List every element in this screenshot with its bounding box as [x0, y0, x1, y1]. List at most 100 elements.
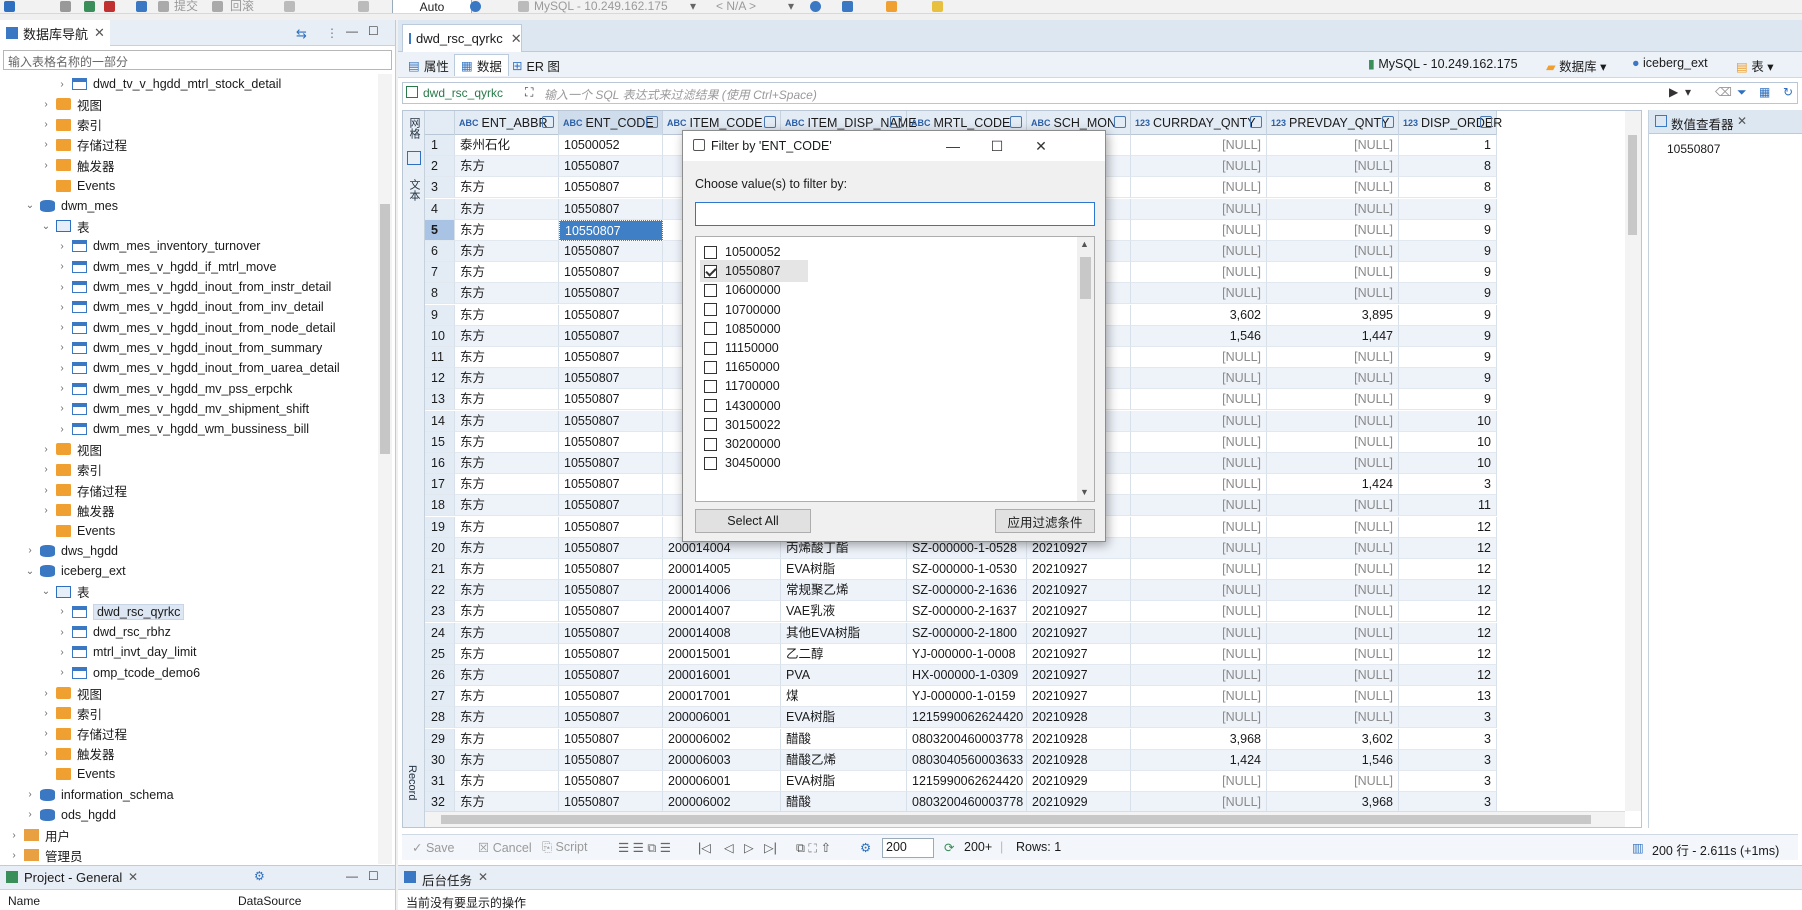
navigator-scrollbar[interactable]	[378, 74, 392, 864]
rollback-button[interactable]: 回滚	[230, 0, 254, 13]
chevron-right-icon[interactable]: ›	[56, 627, 68, 638]
table-cell[interactable]: [NULL]	[1267, 156, 1399, 178]
row-number[interactable]: 10	[425, 325, 455, 347]
table-cell[interactable]: 10550807	[559, 601, 663, 623]
table-cell[interactable]: 其他EVA树脂	[781, 622, 907, 644]
table-cell[interactable]: SZ-000000-2-1636	[907, 580, 1027, 602]
table-cell[interactable]: 9	[1399, 241, 1497, 262]
table-cell[interactable]: [NULL]	[1131, 686, 1267, 708]
tab-grid-view[interactable]: 网格	[406, 117, 422, 139]
value-viewer-tab[interactable]: 数值查看器	[1671, 114, 1734, 133]
panel-icon[interactable]: ▥	[1632, 840, 1644, 855]
chevron-right-icon[interactable]: ›	[40, 444, 52, 455]
table-cell[interactable]: [NULL]	[1267, 135, 1399, 156]
background-tasks-tab[interactable]: 后台任务	[422, 870, 472, 889]
table-cell[interactable]: 10550807	[559, 643, 663, 665]
disconnect-icon[interactable]	[104, 1, 115, 12]
table-cell[interactable]: 12	[1399, 580, 1497, 602]
table-cell[interactable]: [NULL]	[1267, 580, 1399, 602]
table-cell[interactable]: 200006003	[663, 749, 781, 771]
table-cell[interactable]: 东方	[455, 325, 559, 347]
row-number[interactable]: 9	[425, 304, 455, 326]
row-number[interactable]: 26	[425, 665, 455, 686]
table-cell[interactable]: 9	[1399, 219, 1497, 241]
checkbox[interactable]	[704, 245, 717, 259]
table-cell[interactable]: 东方	[455, 559, 559, 580]
datasource-dropdown-icon[interactable]: ▾	[690, 0, 696, 13]
collapse-all-icon[interactable]: ⇆	[296, 26, 307, 42]
table-cell[interactable]: [NULL]	[1267, 283, 1399, 305]
close-icon[interactable]: ✕	[511, 31, 522, 47]
row-number[interactable]: 13	[425, 389, 455, 411]
grid-vertical-scrollbar[interactable]	[1625, 111, 1641, 811]
table-cell[interactable]: 9	[1399, 198, 1497, 220]
column-filter-icon[interactable]	[764, 116, 776, 128]
cancel-button[interactable]: ☒ Cancel	[478, 840, 532, 855]
table-cell[interactable]: 20210927	[1027, 559, 1131, 580]
close-icon[interactable]: ✕	[478, 870, 488, 884]
table-cell[interactable]: [NULL]	[1267, 601, 1399, 623]
chevron-right-icon[interactable]: ›	[56, 79, 68, 90]
tree-item[interactable]: › mtrl_invt_day_limit	[0, 642, 375, 662]
minimize-button[interactable]: —	[931, 131, 975, 161]
chevron-right-icon[interactable]: ›	[40, 464, 52, 475]
checklist-scrollbar[interactable]: ▲ ▼	[1077, 237, 1094, 501]
table-cell[interactable]: 12	[1399, 643, 1497, 665]
tree-item[interactable]: › dwm_mes_v_hgdd_wm_bussiness_bill	[0, 419, 375, 439]
column-filter-icon[interactable]	[646, 116, 658, 128]
table-cell[interactable]: EVA树脂	[781, 771, 907, 792]
table-cell[interactable]: [NULL]	[1267, 559, 1399, 580]
tree-item[interactable]: › 存储过程	[0, 480, 375, 500]
table-cell[interactable]: 10	[1399, 453, 1497, 474]
dialog-titlebar[interactable]: Filter by 'ENT_CODE' — ☐ ✕	[683, 131, 1105, 161]
sql-filter-input[interactable]: 输入一个 SQL 表达式来过滤结果 (使用 Ctrl+Space)	[544, 86, 817, 103]
row-number[interactable]: 23	[425, 601, 455, 623]
sql-editor-icon[interactable]	[842, 1, 853, 12]
table-cell[interactable]: 东方	[455, 537, 559, 559]
table-cell[interactable]: 10550807	[559, 347, 663, 368]
table-cell[interactable]: 200014008	[663, 622, 781, 644]
table-cell[interactable]: 12	[1399, 665, 1497, 686]
table-cell[interactable]: 8	[1399, 156, 1497, 178]
table-cell[interactable]: SZ-000000-2-1637	[907, 601, 1027, 623]
scroll-down-icon[interactable]: ▼	[1080, 487, 1089, 497]
transaction-icon[interactable]	[136, 1, 147, 12]
tree-item[interactable]: Events	[0, 176, 375, 196]
tree-item[interactable]: › dwm_mes_v_hgdd_mv_shipment_shift	[0, 399, 375, 419]
tab-record-view[interactable]: Record	[406, 765, 418, 800]
table-cell[interactable]: 12	[1399, 537, 1497, 559]
table-cell[interactable]: YJ-000000-1-0008	[907, 643, 1027, 665]
table-cell[interactable]: 200006002	[663, 728, 781, 750]
tree-item[interactable]: › dwm_mes_inventory_turnover	[0, 236, 375, 256]
table-cell[interactable]: 8	[1399, 177, 1497, 199]
row-number[interactable]: 30	[425, 749, 455, 771]
filter-settings-icon[interactable]: ▦	[1759, 85, 1770, 99]
table-cell[interactable]: [NULL]	[1131, 580, 1267, 602]
table-cell[interactable]: 10550807	[559, 304, 663, 326]
table-cell[interactable]: 东方	[455, 262, 559, 284]
table-cell[interactable]: 10550807	[559, 580, 663, 602]
table-cell[interactable]: [NULL]	[1267, 665, 1399, 686]
row-number[interactable]: 7	[425, 262, 455, 284]
table-selector[interactable]: ▤ 表 ▾	[1736, 56, 1774, 75]
chevron-right-icon[interactable]: ›	[40, 99, 52, 110]
table-cell[interactable]: 10550807	[559, 198, 663, 220]
table-cell[interactable]: [NULL]	[1131, 347, 1267, 368]
table-cell[interactable]: 10550807	[559, 453, 663, 474]
value-viewer-content[interactable]: 10550807	[1667, 142, 1720, 156]
table-cell[interactable]: 东方	[455, 410, 559, 432]
tab-data[interactable]: ▦ 数据	[454, 54, 509, 76]
chevron-right-icon[interactable]: ›	[56, 363, 68, 374]
table-cell[interactable]: 东方	[455, 495, 559, 517]
tree-item[interactable]: › dwm_mes_v_hgdd_if_mtrl_move	[0, 257, 375, 277]
tree-item[interactable]: › 索引	[0, 115, 375, 135]
table-cell[interactable]: 东方	[455, 453, 559, 474]
table-cell[interactable]: [NULL]	[1131, 135, 1267, 156]
table-cell[interactable]: [NULL]	[1267, 537, 1399, 559]
table-cell[interactable]: [NULL]	[1131, 368, 1267, 390]
connection-selector[interactable]: ▮ MySQL - 10.249.162.175	[1368, 56, 1518, 71]
table-cell[interactable]: [NULL]	[1267, 347, 1399, 368]
schema-selector[interactable]: ● iceberg_ext	[1632, 56, 1708, 70]
tree-item[interactable]: Events	[0, 521, 375, 541]
checkbox[interactable]	[704, 303, 717, 317]
